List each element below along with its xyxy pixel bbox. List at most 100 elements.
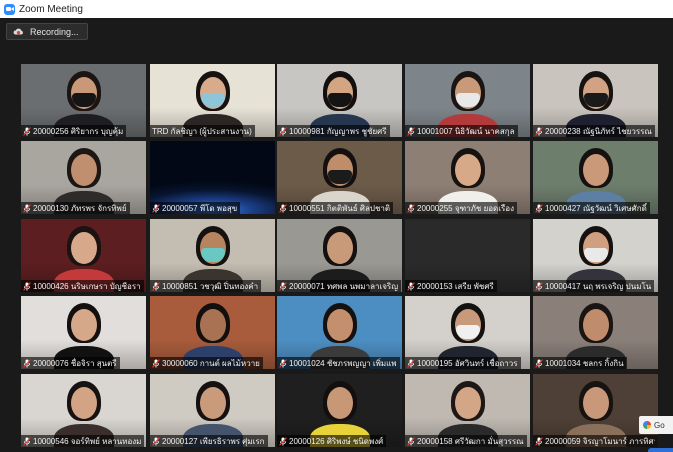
mic-muted-icon (535, 358, 543, 368)
participant-name: 20000238 ณัฐนิภัทร์ ไชยวรรณ (545, 126, 652, 136)
participant-name: 10000551 กิตติพันธ์ ศิลปชาติ (289, 203, 391, 213)
mic-muted-icon (535, 126, 543, 136)
cloud-recording-icon (13, 28, 23, 35)
mic-muted-icon (279, 203, 287, 213)
participant-nameplate: 10000981 กัญญาพร ชูชัยศรี (277, 125, 390, 137)
participant-nameplate: 20000158 ศรีวัฒกา มั่นสุวรรณ (405, 435, 527, 447)
participant-nameplate: 30000060 กานต์ ผลไม้หวาย (150, 357, 263, 369)
participant-tile[interactable]: 10000426 นริษเกษรา บัญชีอรา (21, 219, 146, 292)
participant-tile[interactable]: 10000851 วชวุฒิ ปิ่นทองคำ (150, 219, 275, 292)
mic-muted-icon (279, 358, 287, 368)
participant-name: 10000426 นริษเกษรา บัญชีอรา (33, 281, 141, 291)
participant-name: 10000981 กัญญาพร ชูชัยศรี (289, 126, 387, 136)
participant-tile[interactable]: 10000546 จอร์ทิพย์ หลานทองม (21, 374, 146, 447)
participant-name: 10000195 อัศวินทร์ เชื่อถาวร (417, 358, 518, 368)
participant-name: 20000126 ศิริพงษ์ ชนิดพงศ์ (289, 436, 384, 446)
participant-nameplate: 20000126 ศิริพงษ์ ชนิดพงศ์ (277, 435, 387, 447)
meeting-view: Recording... 20000256 ศิริยากร บุญคุ้ม TR… (0, 18, 673, 452)
participant-name: 20000130 ภัทรพร จักรทิพย์ (33, 203, 127, 213)
participant-tile[interactable]: 20000057 พีโด พอสุข (150, 141, 275, 214)
mic-muted-icon (407, 126, 415, 136)
participant-name: 20000158 ศรีวัฒกา มั่นสุวรรณ (417, 436, 524, 446)
participant-nameplate: TRD กัลชิญา (ผู้ประสานงาน) (150, 125, 255, 137)
participant-tile[interactable]: 10001034 ชลกร กิ้งกิน (533, 296, 658, 369)
participant-nameplate: 20000076 ชื่อจิรา สุนตรี (21, 357, 120, 369)
participant-name: 10001034 ชลกร กิ้งกิน (545, 358, 624, 368)
participant-name: 20000076 ชื่อจิรา สุนตรี (33, 358, 117, 368)
mic-muted-icon (279, 126, 287, 136)
participant-nameplate: 10000551 กิตติพันธ์ ศิลปชาติ (277, 202, 394, 214)
window-title: Zoom Meeting (19, 3, 83, 15)
participant-tile[interactable]: 10001024 ชัชภรพญญา เพิ่มแพ (277, 296, 402, 369)
participant-tile[interactable]: 10001007 นิธิวัฒน์ นาคสกุล (405, 64, 530, 137)
mic-muted-icon (152, 281, 160, 291)
participant-name: 30000060 กานต์ ผลไม้หวาย (162, 358, 260, 368)
browser-notification[interactable]: Go (639, 416, 673, 434)
participant-tile[interactable]: 20000255 จุฑาภัช ยอดเรือง (405, 141, 530, 214)
participant-tile[interactable]: 10000195 อัศวินทร์ เชื่อถาวร (405, 296, 530, 369)
participant-nameplate: 10000546 จอร์ทิพย์ หลานทองม (21, 435, 145, 447)
mic-muted-icon (535, 203, 543, 213)
mic-muted-icon (407, 203, 415, 213)
participant-name: 20000057 พีโด พอสุข (162, 203, 238, 213)
video-gallery: 20000256 ศิริยากร บุญคุ้ม TRD กัลชิญา (ผู… (21, 64, 663, 452)
participant-nameplate: 20000127 เพียรธิราพร ศุ่มเรก (150, 435, 268, 447)
zoom-icon (4, 3, 15, 15)
participant-name: 10001007 นิธิวัฒน์ นาคสกุล (417, 126, 515, 136)
participant-nameplate: 10000427 ณัฐวัฒน์ วิเศษศักดิ์ (533, 202, 650, 214)
participant-nameplate: 20000256 ศิริยากร บุญคุ้ม (21, 125, 127, 137)
participant-tile[interactable]: 30000060 กานต์ ผลไม้หวาย (150, 296, 275, 369)
mic-muted-icon (152, 358, 160, 368)
participant-tile[interactable]: 20000130 ภัทรพร จักรทิพย์ (21, 141, 146, 214)
participant-name: 20000255 จุฑาภัช ยอดเรือง (417, 203, 514, 213)
participant-name: 10000546 จอร์ทิพย์ หลานทองม (33, 436, 142, 446)
participant-nameplate: 10000195 อัศวินทร์ เชื่อถาวร (405, 357, 521, 369)
mic-muted-icon (407, 281, 415, 291)
notification-button[interactable] (648, 448, 673, 452)
recording-label: Recording... (30, 26, 79, 37)
participant-tile[interactable]: 10000551 กิตติพันธ์ ศิลปชาติ (277, 141, 402, 214)
participant-tile[interactable]: 10000427 ณัฐวัฒน์ วิเศษศักดิ์ (533, 141, 658, 214)
participant-tile[interactable]: 20000256 ศิริยากร บุญคุ้ม (21, 64, 146, 137)
participant-name: 20000071 ทศพล นพมาลาเจริญ (289, 281, 399, 291)
participant-name: TRD กัลชิญา (ผู้ประสานงาน) (152, 126, 252, 136)
participant-nameplate: 20000153 เสรีย พัชศรี (405, 280, 497, 292)
mic-muted-icon (535, 436, 543, 446)
participant-tile[interactable]: 20000071 ทศพล นพมาลาเจริญ (277, 219, 402, 292)
participant-name: 20000256 ศิริยากร บุญคุ้ม (33, 126, 124, 136)
participant-nameplate: 20000057 พีโด พอสุข (150, 202, 241, 214)
mic-muted-icon (279, 436, 287, 446)
participant-tile[interactable]: 20000076 ชื่อจิรา สุนตรี (21, 296, 146, 369)
participant-tile[interactable]: 20000158 ศรีวัฒกา มั่นสุวรรณ (405, 374, 530, 447)
title-bar: Zoom Meeting (0, 0, 673, 18)
participant-tile[interactable]: 10000417 นฤ พรเจริญ ปนมโน (533, 219, 658, 292)
participant-name: 20000127 เพียรธิราพร ศุ่มเรก (162, 436, 265, 446)
participant-tile[interactable]: 20000059 จิรญาโมนาร์ ภารทิศา (533, 374, 658, 447)
participant-tile[interactable]: 20000153 เสรีย พัชศรี (405, 219, 530, 292)
mic-muted-icon (23, 436, 31, 446)
recording-indicator[interactable]: Recording... (6, 23, 88, 40)
participant-nameplate: 10001007 นิธิวัฒน์ นาคสกุล (405, 125, 518, 137)
participant-nameplate: 10001024 ชัชภรพญญา เพิ่มแพ (277, 357, 400, 369)
participant-tile[interactable]: 20000126 ศิริพงษ์ ชนิดพงศ์ (277, 374, 402, 447)
notification-text: Go (654, 420, 665, 430)
mic-muted-icon (152, 203, 160, 213)
participant-tile[interactable]: 10000981 กัญญาพร ชูชัยศรี (277, 64, 402, 137)
participant-tile[interactable]: TRD กัลชิญา (ผู้ประสานงาน) (150, 64, 275, 137)
participant-nameplate: 10001034 ชลกร กิ้งกิน (533, 357, 627, 369)
mic-muted-icon (279, 281, 287, 291)
mic-muted-icon (535, 281, 543, 291)
mic-muted-icon (23, 126, 31, 136)
mic-muted-icon (152, 436, 160, 446)
participant-nameplate: 20000059 จิรญาโมนาร์ ภารทิศา (533, 435, 658, 447)
chrome-icon (643, 421, 651, 429)
participant-tile[interactable]: 20000238 ณัฐนิภัทร์ ไชยวรรณ (533, 64, 658, 137)
participant-tile[interactable]: 20000127 เพียรธิราพร ศุ่มเรก (150, 374, 275, 447)
participant-nameplate: 20000130 ภัทรพร จักรทิพย์ (21, 202, 130, 214)
participant-name: 10000851 วชวุฒิ ปิ่นทองคำ (162, 281, 259, 291)
mic-muted-icon (23, 281, 31, 291)
participant-nameplate: 10000426 นริษเกษรา บัญชีอรา (21, 280, 144, 292)
participant-nameplate: 10000851 วชวุฒิ ปิ่นทองคำ (150, 280, 262, 292)
participant-name: 20000059 จิรญาโมนาร์ ภารทิศา (545, 436, 655, 446)
mic-muted-icon (23, 203, 31, 213)
